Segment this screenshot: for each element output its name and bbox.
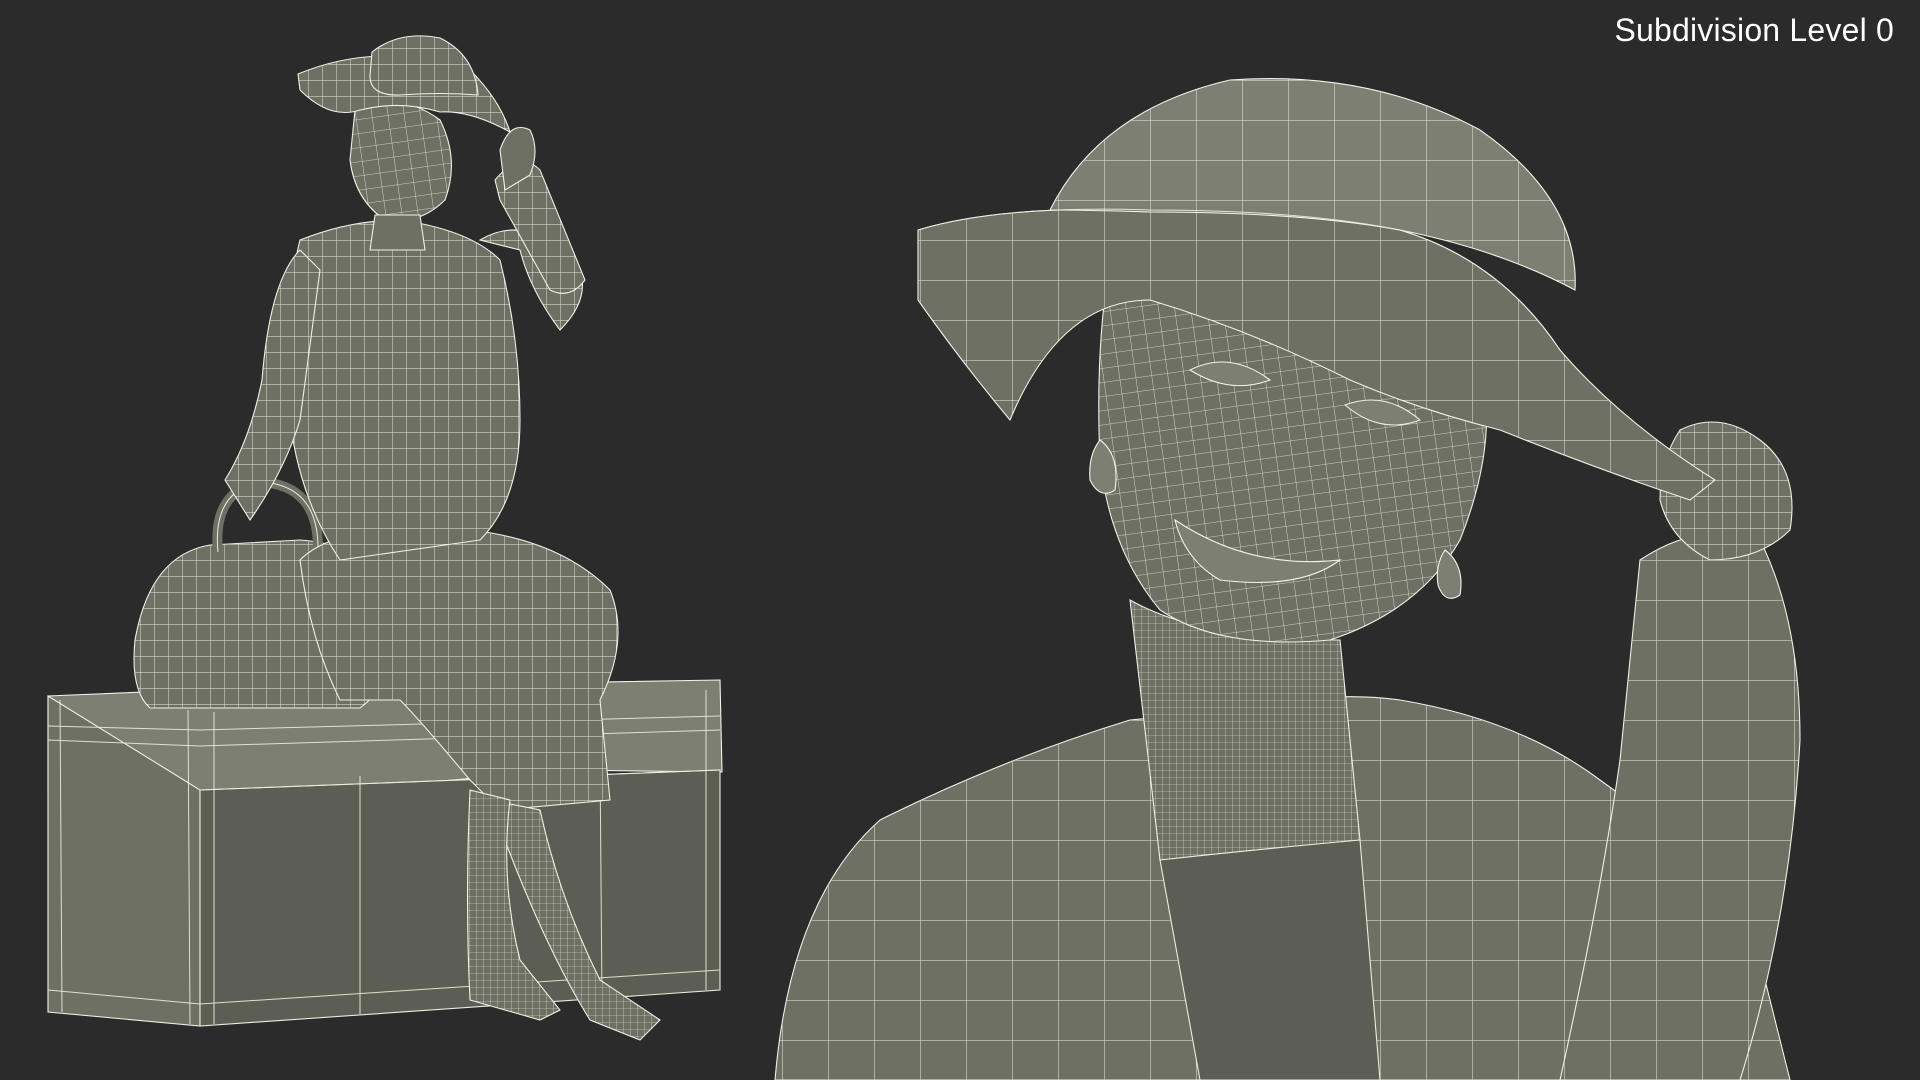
render-viewport: Subdivision Level 0: [0, 0, 1920, 1080]
closeup-neck: [1129, 598, 1361, 861]
closeup-raised-arm: [1559, 421, 1801, 1080]
close-up-view: [774, 78, 1801, 1080]
